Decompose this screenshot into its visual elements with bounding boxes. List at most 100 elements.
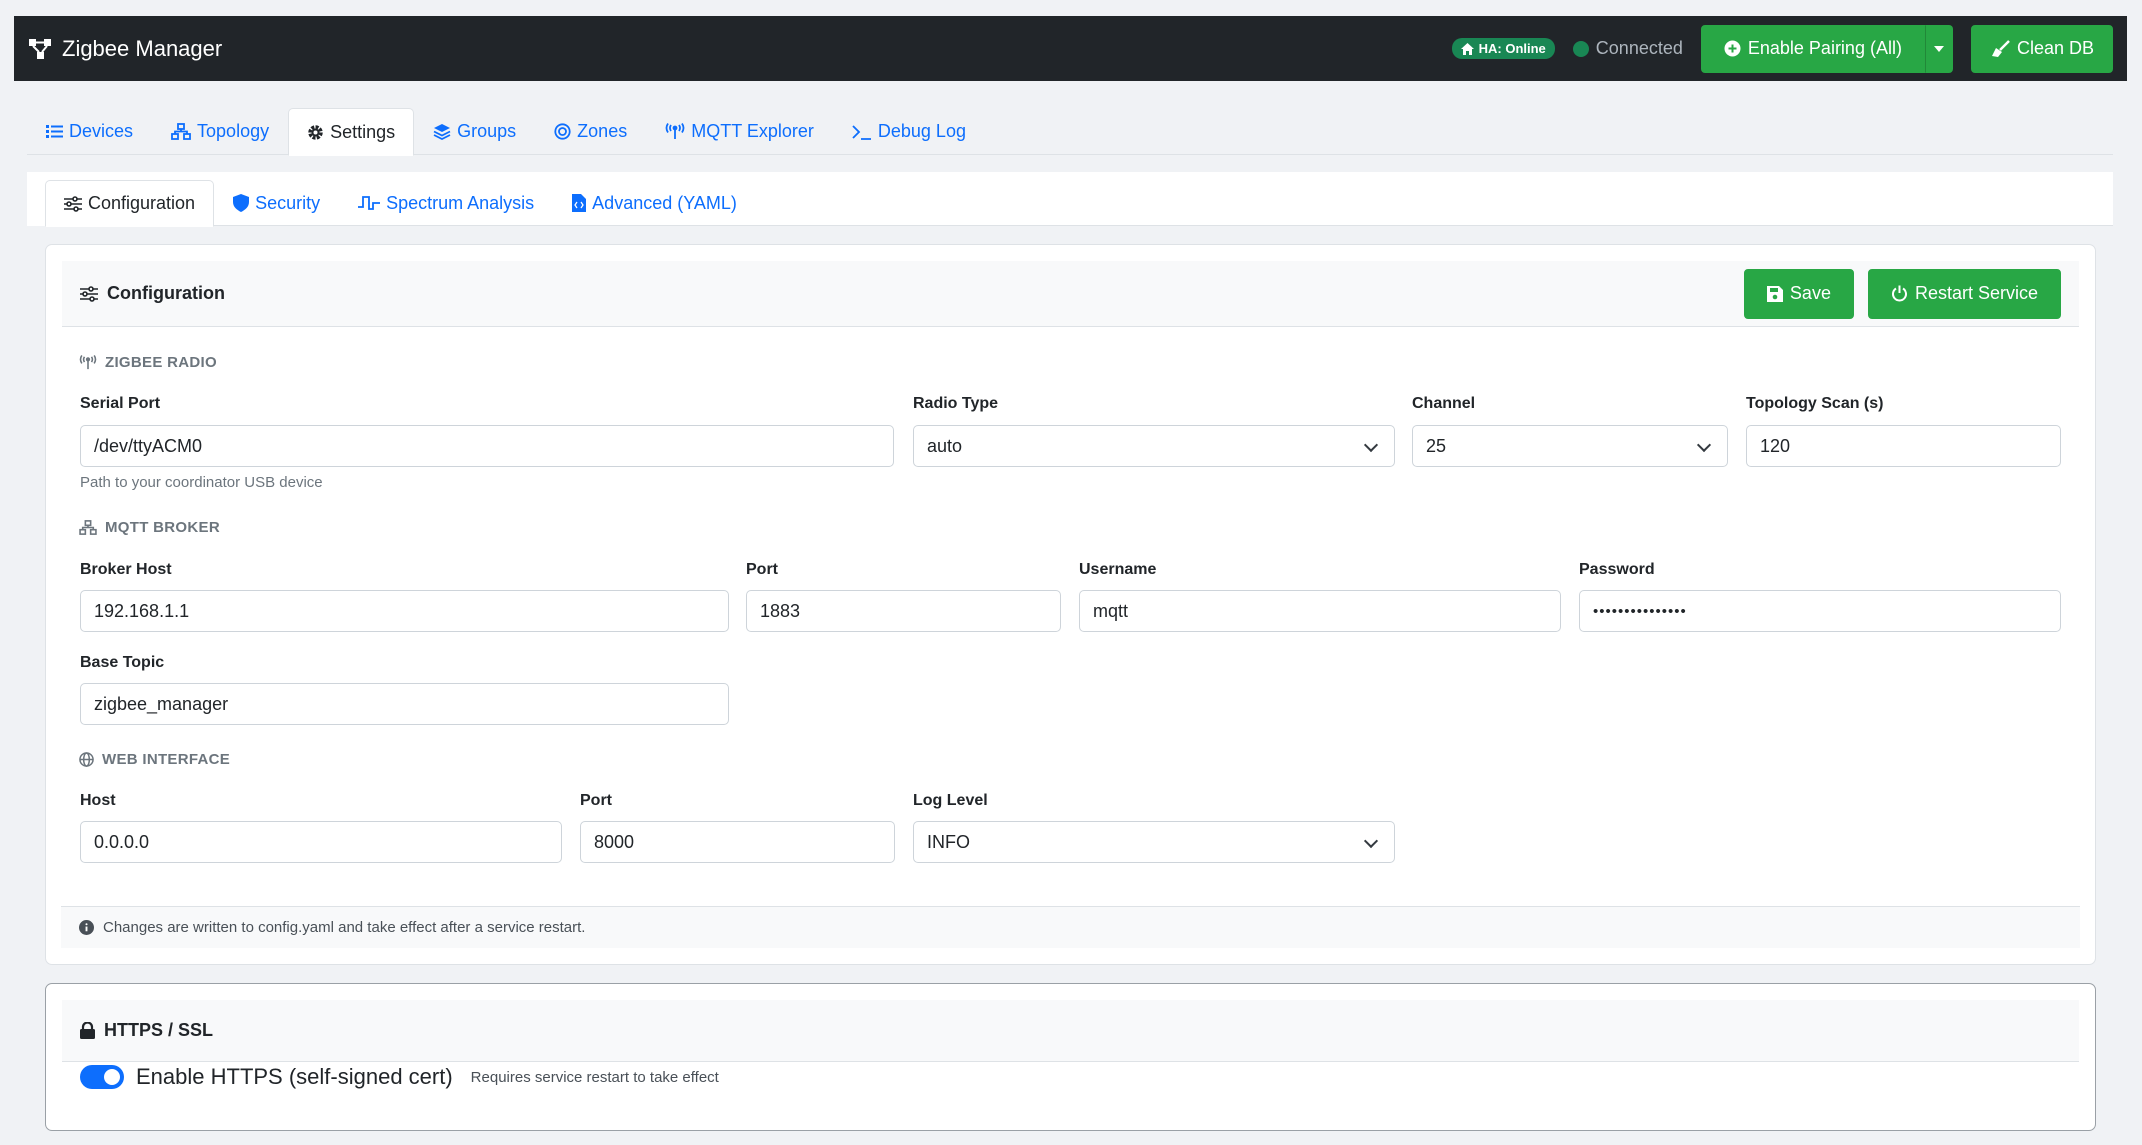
enable-pairing-split-button: Enable Pairing (All) (1700, 24, 1953, 73)
password-input[interactable]: ••••••••••••••• (1579, 590, 2061, 632)
list-icon (46, 125, 63, 138)
channel-label: Channel (1412, 395, 1476, 412)
tab-settings[interactable]: Settings (288, 108, 415, 156)
globe-icon (79, 752, 94, 767)
save-label: Save (1789, 283, 1831, 303)
clean-db-label: Clean DB (2016, 38, 2094, 58)
status-dot-icon (1572, 40, 1589, 57)
tab-label: Zones (577, 121, 628, 141)
enable-pairing-button[interactable]: Enable Pairing (All) (1700, 24, 1925, 73)
sliders-icon (64, 195, 82, 212)
tab-label: Groups (457, 121, 517, 141)
home-icon (1460, 42, 1474, 55)
https-card-header: HTTPS / SSL (62, 1000, 2079, 1062)
plus-circle-icon (1724, 40, 1741, 57)
tab-mqtt-explorer[interactable]: MQTT Explorer (646, 108, 833, 155)
tab-topology[interactable]: Topology (152, 108, 288, 155)
web-host-input[interactable]: 0.0.0.0 (80, 821, 562, 863)
https-toggle-switch[interactable] (80, 1065, 124, 1089)
https-card: HTTPS / SSL Enable HTTPS (self-signed ce… (45, 983, 2096, 1131)
broker-host-input[interactable]: 192.168.1.1 (80, 590, 729, 632)
gear-icon (308, 124, 323, 140)
https-title: HTTPS / SSL (104, 1020, 214, 1040)
ha-status-badge: HA: Online (1451, 38, 1555, 59)
base-topic-input[interactable]: zigbee_manager (80, 683, 729, 725)
sliders-icon (80, 285, 98, 302)
mqtt-port-label: Port (746, 561, 778, 578)
layers-icon (433, 124, 451, 140)
floppy-disk-icon (1766, 285, 1783, 302)
tab-label: Topology (197, 121, 270, 141)
topology-scan-input[interactable]: 120 (1746, 425, 2061, 467)
clean-db-button[interactable]: Clean DB (1970, 24, 2113, 73)
web-interface-heading: WEB INTERFACE (79, 751, 230, 768)
enable-pairing-label: Enable Pairing (All) (1747, 38, 1902, 58)
zigbee-radio-heading-text: ZIGBEE RADIO (105, 354, 217, 371)
configuration-card-header: Configuration Save Restart Service (62, 261, 2079, 327)
https-toggle-label[interactable]: Enable HTTPS (self-signed cert) (136, 1064, 453, 1090)
brand[interactable]: Zigbee Manager (28, 36, 222, 62)
tab-debug-log[interactable]: Debug Log (833, 108, 985, 155)
mqtt-port-input[interactable]: 1883 (746, 590, 1061, 632)
zigbee-logo-icon (29, 38, 51, 59)
https-toggle-help: Requires service restart to take effect (470, 1068, 719, 1086)
subtab-label: Advanced (YAML) (592, 192, 737, 213)
lock-icon (80, 1022, 95, 1039)
https-toggle-row: Enable HTTPS (self-signed cert) Requires… (80, 1064, 719, 1090)
antenna-icon (79, 355, 97, 370)
app-title: Zigbee Manager (62, 35, 223, 61)
antenna-icon (665, 123, 685, 139)
topology-scan-label: Topology Scan (s) (1746, 395, 1884, 412)
tab-label: Settings (330, 121, 396, 142)
tab-groups[interactable]: Groups (414, 108, 535, 155)
tab-label: Devices (69, 121, 134, 141)
password-label: Password (1579, 561, 1655, 578)
subtab-advanced-yaml[interactable]: Advanced (YAML) (553, 180, 756, 226)
web-port-input[interactable]: 8000 (580, 821, 895, 863)
subtab-configuration[interactable]: Configuration (45, 180, 215, 227)
pairing-dropdown-toggle[interactable] (1924, 24, 1953, 73)
broker-host-label: Broker Host (80, 561, 172, 578)
broom-icon (1991, 39, 2010, 57)
subtab-security[interactable]: Security (214, 180, 339, 226)
restart-service-label: Restart Service (1914, 283, 2038, 303)
serial-port-input[interactable]: /dev/ttyACM0 (80, 425, 894, 467)
subtab-label: Configuration (88, 193, 196, 213)
channel-select[interactable]: 25 (1412, 425, 1728, 467)
save-button[interactable]: Save (1743, 268, 1854, 319)
web-host-label: Host (80, 792, 116, 809)
target-icon (554, 123, 571, 140)
serial-port-help: Path to your coordinator USB device (80, 474, 323, 491)
top-navbar: Zigbee Manager HA: Online Connected Enab… (14, 16, 2127, 81)
configuration-title: Configuration (107, 283, 225, 303)
radio-type-select[interactable]: auto (913, 425, 1395, 467)
subtab-label: Security (255, 192, 321, 213)
web-port-label: Port (580, 792, 612, 809)
username-input[interactable]: mqtt (1079, 590, 1561, 632)
tab-zones[interactable]: Zones (535, 108, 646, 155)
tab-label: MQTT Explorer (691, 121, 814, 141)
main-tabs: Devices Topology Settings Groups Zones M… (27, 108, 2113, 156)
network-icon (79, 520, 97, 535)
tab-devices[interactable]: Devices (27, 108, 152, 155)
connection-status: Connected (1572, 38, 1683, 59)
file-code-icon (572, 194, 587, 212)
terminal-icon (852, 124, 871, 140)
radio-type-label: Radio Type (913, 395, 999, 412)
mqtt-broker-heading: MQTT BROKER (79, 519, 220, 536)
base-topic-label: Base Topic (80, 654, 165, 671)
tab-label: Debug Log (877, 121, 966, 141)
restart-service-button[interactable]: Restart Service (1867, 268, 2061, 319)
subtab-spectrum-analysis[interactable]: Spectrum Analysis (339, 180, 553, 226)
serial-port-label: Serial Port (80, 395, 161, 412)
log-level-select[interactable]: INFO (913, 821, 1395, 863)
web-interface-heading-text: WEB INTERFACE (102, 751, 231, 768)
mqtt-broker-heading-text: MQTT BROKER (105, 519, 220, 536)
network-icon (171, 123, 191, 140)
settings-subtabs: Configuration Security Spectrum Analysis… (45, 180, 2113, 227)
ha-status-label: HA: Online (1478, 41, 1546, 56)
connection-status-label: Connected (1595, 38, 1683, 58)
shield-icon (233, 194, 250, 212)
log-level-label: Log Level (913, 792, 988, 809)
wave-icon (358, 196, 381, 210)
